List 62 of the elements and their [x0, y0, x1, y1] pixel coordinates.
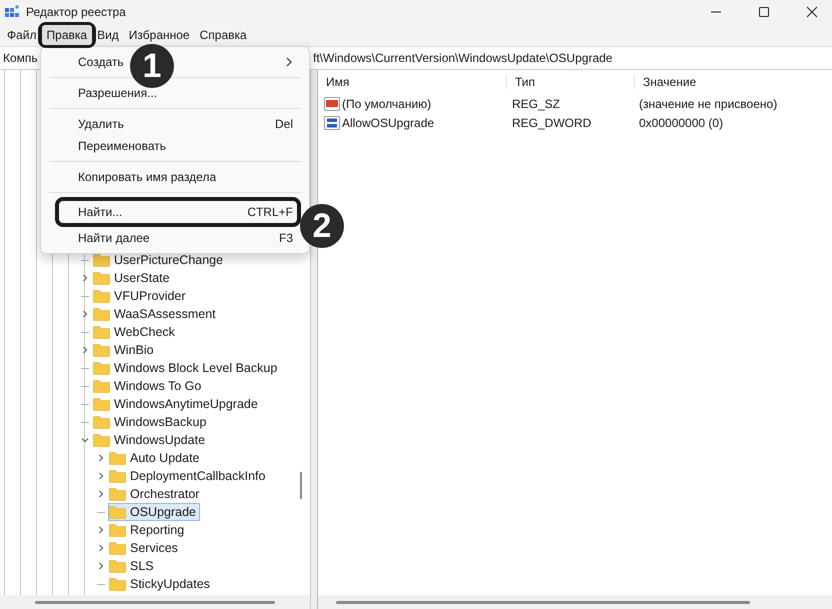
menu-item[interactable]: Создать [78, 55, 124, 69]
table-cell: AllowOSUpgrade [342, 116, 434, 130]
scrollbar-thumb[interactable] [300, 472, 302, 499]
folder-icon [93, 415, 110, 429]
table-cell: (По умолчанию) [342, 96, 432, 110]
menu-item[interactable]: Копировать имя раздела [78, 170, 216, 184]
folder-icon [93, 379, 110, 393]
menu-item[interactable]: Найти... [78, 205, 122, 219]
folder-icon [93, 343, 110, 357]
folder-icon [93, 271, 110, 285]
folder-icon [93, 361, 110, 375]
menu-item[interactable]: Переименовать [78, 139, 166, 153]
registry-icon [4, 4, 20, 20]
table-cell-text: (значение не присвоено) [638, 96, 778, 110]
table-cell-text: REG_SZ [511, 96, 562, 110]
table-cell-text: 0x00000000 (0) [638, 116, 724, 130]
folder-icon [93, 325, 110, 339]
scrollbar-thumb[interactable] [336, 600, 750, 604]
address-text: ft\Windows\CurrentVersion\WindowsUpdate\OSUpgrade [312, 51, 612, 65]
tree-item[interactable]: OSUpgrade [108, 503, 200, 521]
folder-icon [93, 289, 110, 303]
menu-item[interactable]: Правка [42, 25, 92, 45]
folder-icon [109, 469, 126, 483]
folder-icon [109, 487, 126, 501]
table-cell-text: REG_DWORD [511, 116, 592, 130]
expand-chevron-icon[interactable] [97, 454, 105, 462]
menu-item[interactable]: Найти далее [78, 231, 150, 245]
folder-icon [109, 451, 126, 465]
column-header[interactable]: Значение [635, 75, 696, 89]
folder-icon [109, 505, 126, 519]
address-text: Компь [2, 51, 38, 65]
folder-icon [93, 397, 110, 411]
expand-chevron-icon[interactable] [81, 310, 89, 318]
close-icon[interactable] [806, 6, 818, 18]
folder-icon [109, 559, 126, 573]
menu-item[interactable]: Файл [2, 25, 42, 45]
expand-chevron-icon[interactable] [97, 490, 105, 498]
expand-chevron-icon[interactable] [81, 346, 89, 354]
menu-item[interactable]: Избранное [124, 25, 195, 45]
expand-chevron-icon[interactable] [97, 544, 105, 552]
shortcut-label: CTRL+F [247, 205, 293, 219]
folder-icon [109, 523, 126, 537]
scrollbar-thumb[interactable] [35, 600, 275, 604]
expand-chevron-icon[interactable] [97, 562, 105, 570]
collapse-chevron-icon[interactable] [81, 436, 89, 444]
column-header[interactable]: Имя [318, 75, 507, 89]
window-title: Редактор реестра [26, 5, 126, 19]
folder-icon [93, 307, 110, 321]
menu-item[interactable]: Разрешения... [78, 86, 158, 100]
column-header[interactable]: Тип [507, 75, 635, 89]
expand-chevron-icon[interactable] [97, 526, 105, 534]
shortcut-label: Del [274, 117, 293, 131]
folder-icon [109, 541, 126, 555]
maximize-icon[interactable] [758, 6, 770, 18]
shortcut-label: F3 [278, 231, 293, 245]
menu-item[interactable]: Удалить [78, 117, 124, 131]
folder-icon [93, 433, 110, 447]
expand-chevron-icon[interactable] [81, 274, 89, 282]
folder-icon [109, 577, 126, 591]
expand-chevron-icon[interactable] [97, 472, 105, 480]
menu-item[interactable]: Вид [92, 25, 124, 45]
menu-item[interactable]: Справка [194, 25, 252, 45]
